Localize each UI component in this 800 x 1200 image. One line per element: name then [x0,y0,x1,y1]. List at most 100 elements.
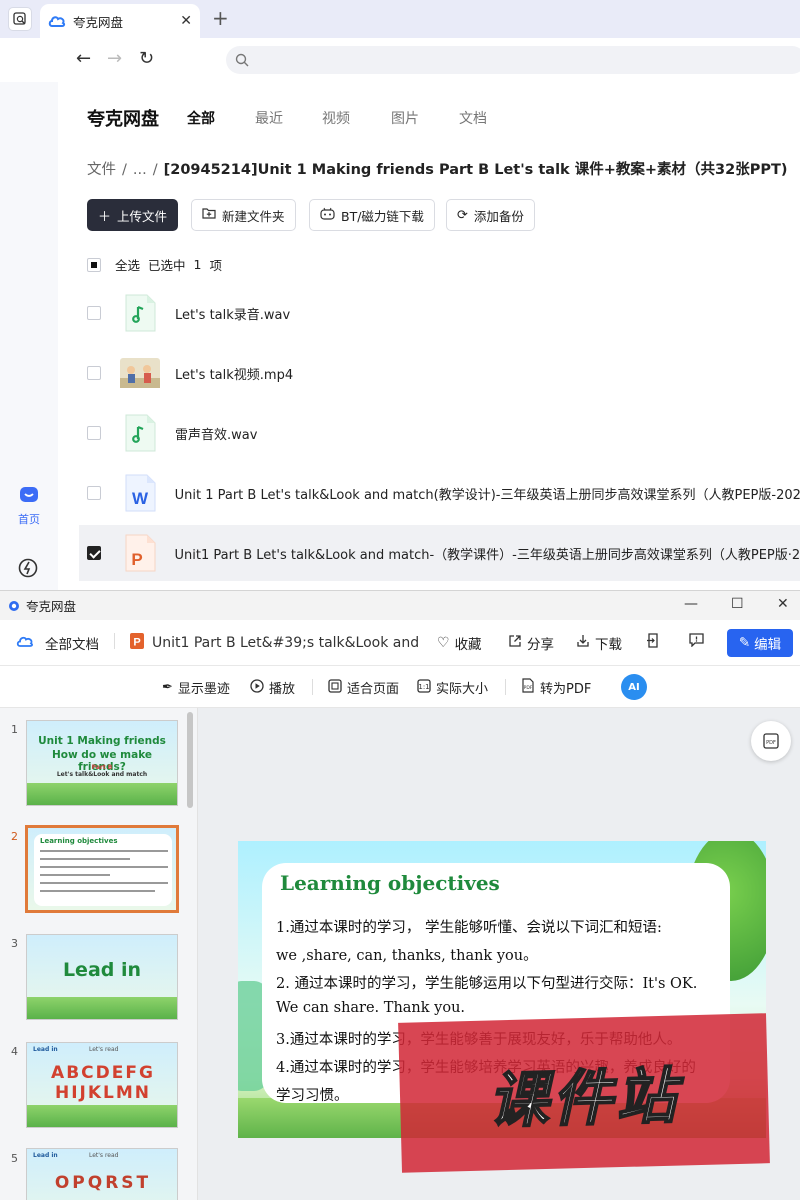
minimize-icon[interactable]: — [684,596,698,612]
download-icon [576,634,590,652]
fit-page-label: 适合页面 [347,682,400,697]
bt-download-button[interactable]: BT/磁力链下载 [309,199,435,231]
selected-unit: 项 [209,258,222,273]
add-backup-button[interactable]: ⟳ 添加备份 [446,199,535,231]
add-backup-label: 添加备份 [473,208,524,224]
file-row[interactable]: Let's talk录音.wav [79,285,800,341]
file-checkbox[interactable] [87,426,101,440]
breadcrumb-current: [20945214]Unit 1 Making friends Part B L… [163,162,788,178]
file-checkbox[interactable] [87,306,101,320]
file-row[interactable]: W Unit 1 Part B Let's talk&Look and matc… [79,465,800,521]
svg-text:PDF: PDF [766,740,776,746]
drive-brand: 夸克网盘 [87,109,159,130]
svg-text:P: P [133,637,140,649]
viewer-toolbar-secondary: ✒ 显示墨迹 播放 适合页面 1:1 实际大小 PDF 转为PDF [0,666,800,708]
audio-file-icon [123,414,157,452]
select-all-checkbox[interactable] [87,257,101,272]
ai-assistant-button[interactable]: AI [621,674,647,700]
fit-page-button[interactable]: 适合页面 [328,678,399,697]
file-row[interactable]: Let's talk视频.mp4 [79,345,800,401]
rail-home[interactable]: 首页 [16,484,42,527]
ppt-doc-icon: P [130,633,144,653]
play-label: 播放 [269,682,296,697]
rail-transfer[interactable] [18,558,38,582]
svg-text:W: W [132,489,149,508]
thumbnail-panel: 1 Unit 1 Making friends How do we make f… [0,708,198,1200]
share-icon [508,634,522,652]
thumbnail-number: 5 [11,1152,18,1165]
back-icon[interactable]: ← [76,48,91,69]
thumbnail-label: Lead in [33,1046,58,1053]
thumbnail-letters: OPQRST [54,1173,152,1193]
browser-tab-bar: 夸克网盘 ✕ + [0,0,800,38]
doc-title-tab[interactable]: P Unit1 Part B Let&#39;s talk&Look and [130,633,420,653]
video-thumbnail [120,354,160,392]
breadcrumb-ellipsis[interactable]: ... [133,162,147,178]
thumbnail-number: 3 [11,937,18,950]
open-external-icon[interactable] [646,633,660,648]
tab-search-icon[interactable] [8,7,32,31]
tab-all[interactable]: 全部 [187,108,215,128]
edit-button[interactable]: ✎ 编辑 [727,629,793,657]
close-window-icon[interactable]: ✕ [777,596,789,612]
slide-thumbnail[interactable]: Lead in Let's read ABCDEFG HIJKLMN [26,1042,178,1128]
doc-title: Unit1 Part B Let&#39;s talk&Look and [152,635,420,651]
play-button[interactable]: 播放 [250,678,295,697]
slide-thumbnail[interactable]: Unit 1 Making friends How do we make fri… [26,720,178,806]
all-docs-button[interactable]: 全部文档 [16,633,99,653]
watermark-text: 课件站 [486,1060,682,1137]
thumbnail-scrollbar[interactable] [187,712,193,808]
file-checkbox[interactable] [87,486,101,500]
download-button[interactable]: 下载 [576,633,622,653]
actual-size-button[interactable]: 1:1 实际大小 [417,678,488,697]
viewer-logo-icon [9,600,19,611]
to-pdf-button[interactable]: PDF 转为PDF [521,678,591,697]
thumbnail-number: 1 [11,723,18,736]
tab-close-icon[interactable]: ✕ [180,13,192,29]
slide-title: Learning objectives [280,871,500,895]
svg-text:1:1: 1:1 [418,683,429,691]
show-ink-button[interactable]: ✒ 显示墨迹 [162,678,230,697]
breadcrumb-root[interactable]: 文件 [87,162,116,178]
file-checkbox[interactable] [87,366,101,380]
actual-size-icon: 1:1 [417,678,431,697]
file-row-selected[interactable]: P Unit1 Part B Let's talk&Look and match… [79,525,800,581]
maximize-icon[interactable]: ☐ [731,596,744,612]
new-tab-icon[interactable]: + [212,6,229,30]
slide-thumbnail[interactable]: Lead in [26,934,178,1020]
bt-download-label: BT/磁力链下载 [341,208,424,224]
share-button[interactable]: 分享 [508,633,554,653]
tab-recent[interactable]: 最近 [255,108,283,128]
selection-bar: 全选 已选中 1 项 [87,255,222,274]
file-name[interactable]: Unit1 Part B Let's talk&Look and match-（… [175,544,800,563]
address-bar[interactable] [226,46,800,74]
thumbnail-title: Unit 1 Making friends [38,735,166,747]
file-name[interactable]: Let's talk录音.wav [175,304,290,323]
file-checkbox-checked[interactable] [87,546,101,560]
reload-icon[interactable]: ↻ [139,48,154,69]
slide-thumbnail[interactable]: Lead in Let's read OPQRST [26,1148,178,1200]
favorite-button[interactable]: ♡ 收藏 [437,633,482,653]
tab-video[interactable]: 视频 [322,108,350,128]
file-name[interactable]: Let's talk视频.mp4 [175,364,293,383]
feedback-icon[interactable] [689,633,704,647]
svg-text:P: P [131,550,142,569]
audio-file-icon [123,294,157,332]
select-all-label[interactable]: 全选 [115,255,140,274]
slide-thumbnail-active[interactable]: Learning objectives [25,825,179,913]
upload-button[interactable]: ＋ 上传文件 [87,199,179,231]
backup-icon: ⟳ [457,207,468,223]
tab-image[interactable]: 图片 [391,108,419,128]
forward-icon[interactable]: → [107,48,122,69]
file-row[interactable]: 雷声音效.wav [79,405,800,461]
new-folder-button[interactable]: 新建文件夹 [191,199,296,231]
toolbar2-divider [505,679,506,695]
file-name[interactable]: 雷声音效.wav [175,424,257,443]
file-name[interactable]: Unit 1 Part B Let's talk&Look and match(… [175,484,800,503]
tab-docs[interactable]: 文档 [459,108,487,128]
pdf-float-button[interactable]: PDF [751,721,791,761]
toolbar-divider [114,633,115,649]
browser-tab[interactable]: 夸克网盘 ✕ [40,4,200,38]
thumbnail-label: Let's read [89,1046,119,1053]
quark-drive-logo-icon [48,16,66,27]
